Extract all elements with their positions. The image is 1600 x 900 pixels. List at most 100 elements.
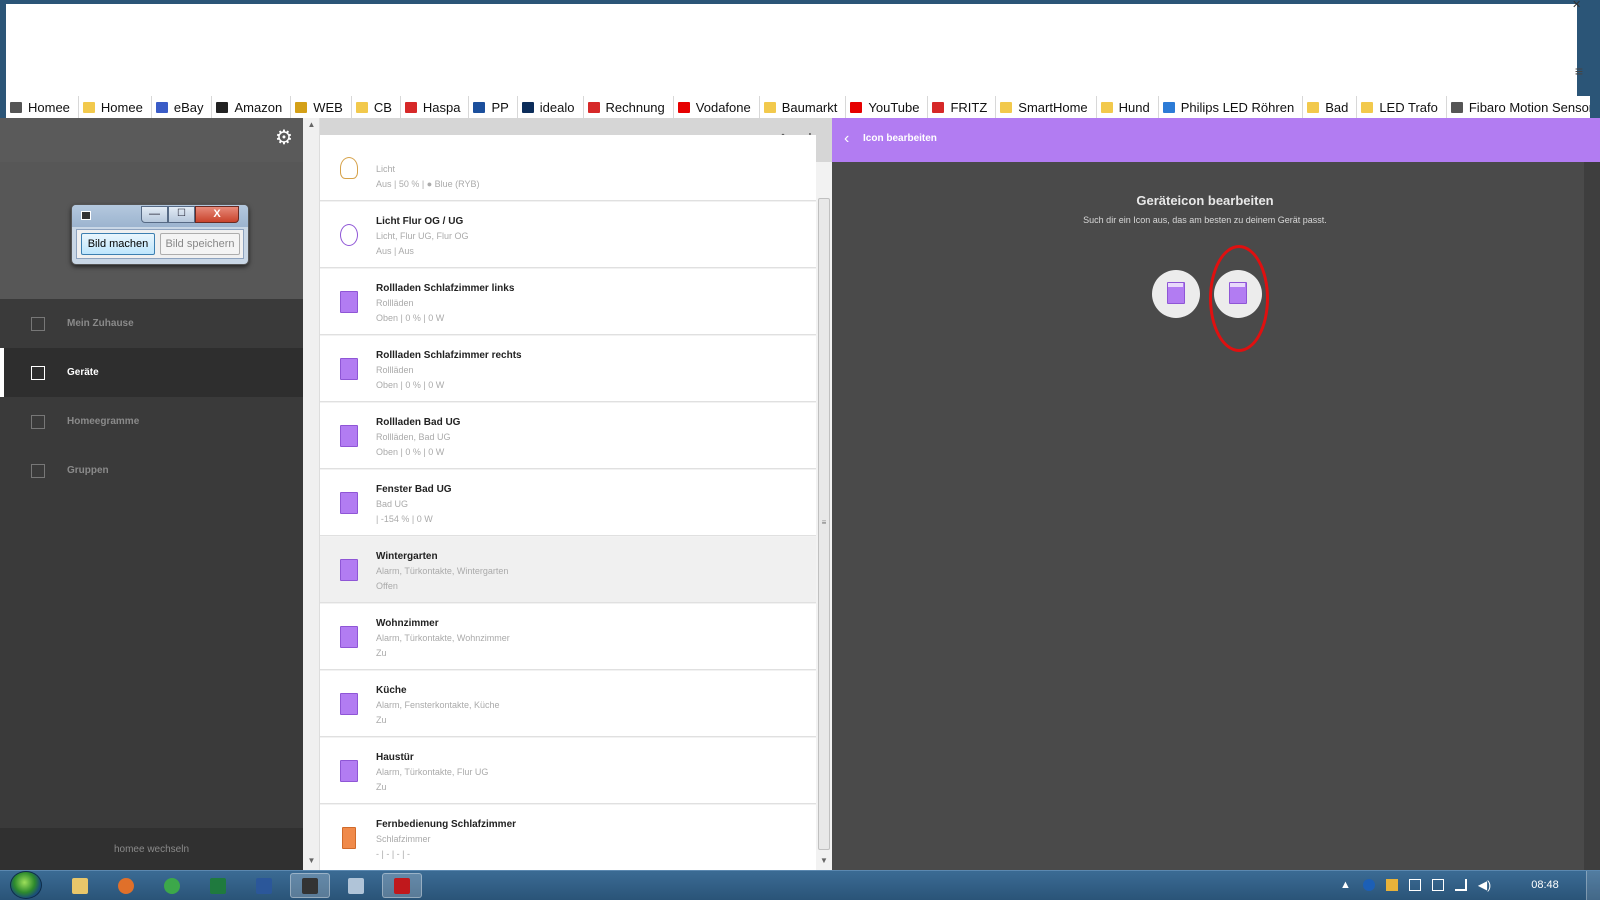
browser-menu-icon[interactable]: ≡ (1571, 64, 1587, 78)
device-status: Aus | 50 % | ● Blue (RYB) (376, 179, 480, 189)
acrobat-icon (394, 877, 410, 894)
taskbar-app-folder[interactable] (60, 873, 100, 898)
device-row[interactable]: Küche Alarm, Fensterkontakte, Küche Zu (320, 671, 816, 737)
bookmark-item[interactable]: Haspa (401, 96, 470, 118)
clock[interactable]: 08:48 (1520, 872, 1570, 898)
device-row[interactable]: Haustür Alarm, Türkontakte, Flur UG Zu (320, 738, 816, 804)
bookmark-item[interactable]: Rechnung (584, 96, 674, 118)
minimize-button[interactable]: — (141, 206, 168, 223)
bookmark-item[interactable]: PP (469, 96, 518, 118)
bookmark-item[interactable]: WEB (291, 96, 352, 118)
taskbar-app-monitor[interactable] (290, 873, 330, 898)
show-desktop-button[interactable] (1586, 871, 1600, 900)
flag-icon[interactable] (1408, 879, 1421, 891)
device-row[interactable]: Rollladen Schlafzimmer rechts Rollläden Ob… (320, 336, 816, 402)
bookmark-icon (1450, 101, 1463, 113)
bookmark-label: Hund (1118, 99, 1150, 115)
bookmark-item[interactable]: eBay (152, 96, 213, 118)
close-button[interactable]: X (195, 206, 239, 223)
sidebar-item-1[interactable]: Geräte (0, 348, 303, 397)
bookmark-item[interactable]: Baumarkt (760, 96, 847, 118)
device-row[interactable]: Wohnzimmer Alarm, Türkontakte, Wohnzimmer… (320, 604, 816, 670)
bookmark-item[interactable]: Amazon (212, 96, 292, 118)
bookmarks-bar: Homee Homee eBay Amazon WEB CB Haspa PP idealo Re… (6, 96, 1590, 118)
bookmark-item[interactable]: Homee (6, 96, 79, 118)
bookmark-item[interactable]: Hund (1097, 96, 1159, 118)
bookmark-label: SmartHome (1018, 99, 1088, 115)
device-sub: Alarm, Fensterkontakte, Küche (376, 700, 500, 710)
excel-icon (210, 877, 226, 894)
start-icon[interactable] (10, 871, 42, 899)
taskbar-app-calculator[interactable] (336, 873, 376, 898)
device-row[interactable]: Licht Aus | 50 % | ● Blue (RYB) (320, 135, 816, 201)
scroll-down-icon[interactable]: ▼ (303, 856, 320, 868)
bookmark-icon (1000, 101, 1013, 113)
taskbar-app-firefox[interactable] (106, 873, 146, 898)
bookmark-item[interactable]: SmartHome (996, 96, 1097, 118)
left-scrollbar[interactable] (303, 118, 320, 870)
calculator-icon (348, 877, 364, 894)
device-row[interactable]: Rollladen Schlafzimmer links Rollläden Obe… (320, 269, 816, 335)
device-row[interactable]: Wintergarten Alarm, Türkontakte, Winterga… (320, 537, 816, 603)
take-picture-button[interactable]: Bild machen (81, 233, 155, 255)
taskbar-app-excel[interactable] (198, 873, 238, 898)
volume-icon[interactable]: ◀) (1478, 878, 1491, 892)
device-row[interactable]: Rollladen Bad UG Rollläden, Bad UG Oben | … (320, 403, 816, 469)
sidebar-item-3[interactable]: Gruppen (0, 446, 303, 495)
sidebar-header (0, 118, 303, 162)
scroll-up-icon[interactable]: ▲ (303, 120, 320, 132)
bookmark-icon (850, 101, 863, 113)
device-row[interactable]: Licht Flur OG / UG Licht, Flur UG, Flur O… (320, 202, 816, 268)
taskbar-app-word[interactable] (244, 873, 284, 898)
bookmark-item[interactable]: Vodafone (674, 96, 760, 118)
battery-icon[interactable] (1431, 879, 1444, 891)
homeegram-icon (31, 414, 45, 429)
device-name: Haustür (376, 752, 414, 763)
bluetooth-icon[interactable] (1362, 879, 1375, 891)
tray-expand-icon[interactable]: ▲ (1340, 879, 1351, 891)
bookmark-item[interactable]: FRITZ (928, 96, 997, 118)
network-icon[interactable] (1454, 879, 1467, 891)
device-icon (340, 291, 358, 313)
taskbar-app-chrome[interactable] (152, 873, 192, 898)
home-icon (31, 316, 45, 331)
sidebar-item-label: Homeegramme (67, 416, 140, 427)
monitor-icon (81, 211, 91, 220)
icon-edit-header (832, 118, 1600, 162)
bookmark-item[interactable]: Bad (1303, 96, 1358, 118)
icon-edit-panel (832, 118, 1600, 870)
bookmark-item[interactable]: Homee (79, 96, 152, 118)
device-sub: Bad UG (376, 499, 409, 509)
bookmark-item[interactable]: idealo (518, 96, 584, 118)
device-row[interactable]: Fenster Bad UG Bad UG | -154 % | 0 W (320, 470, 816, 536)
maximize-button[interactable]: ☐ (168, 206, 195, 223)
bookmark-label: FRITZ (950, 99, 988, 115)
sidebar-item-2[interactable]: Homeegramme (0, 397, 303, 446)
bookmark-item[interactable]: Philips LED Röhren (1159, 96, 1304, 118)
taskbar-app-acrobat[interactable] (382, 873, 422, 898)
device-row[interactable]: Fernbedienung Schlafzimmer Schlafzimmer - … (320, 805, 816, 871)
device-sub: Rollläden (376, 298, 414, 308)
bookmark-item[interactable]: YouTube (846, 96, 929, 118)
switch-homee-link[interactable]: homee wechseln (0, 828, 303, 870)
bookmark-label: Haspa (422, 99, 461, 115)
device-sub: Licht, Flur UG, Flur OG (376, 231, 469, 241)
device-status: Oben | 0 % | 0 W (376, 447, 445, 457)
window-close-icon[interactable]: ✕ (1572, 0, 1586, 12)
sidebar-item-label: Mein Zuhause (67, 318, 134, 329)
back-chevron-icon[interactable]: ‹ (844, 128, 856, 150)
bookmark-item[interactable]: Fibaro Motion Sensor... (1447, 96, 1590, 118)
device-sub: Rollläden (376, 365, 414, 375)
icon-option-window[interactable] (1152, 270, 1200, 318)
bookmark-item[interactable]: CB (352, 96, 401, 118)
device-status: Offen (376, 581, 398, 591)
gear-icon[interactable]: ⚙ (275, 128, 295, 148)
device-sub: Alarm, Türkontakte, Wintergarten (376, 566, 509, 576)
save-picture-button[interactable]: Bild speichern (160, 233, 240, 255)
bookmark-item[interactable]: LED Trafo (1357, 96, 1447, 118)
sidebar-item-0[interactable]: Mein Zuhause (0, 299, 303, 348)
user-icon[interactable] (1385, 879, 1398, 891)
bookmark-label: PP (491, 99, 509, 115)
bookmark-icon (1162, 101, 1175, 113)
list-scroll-down-icon[interactable]: ▼ (816, 856, 832, 868)
